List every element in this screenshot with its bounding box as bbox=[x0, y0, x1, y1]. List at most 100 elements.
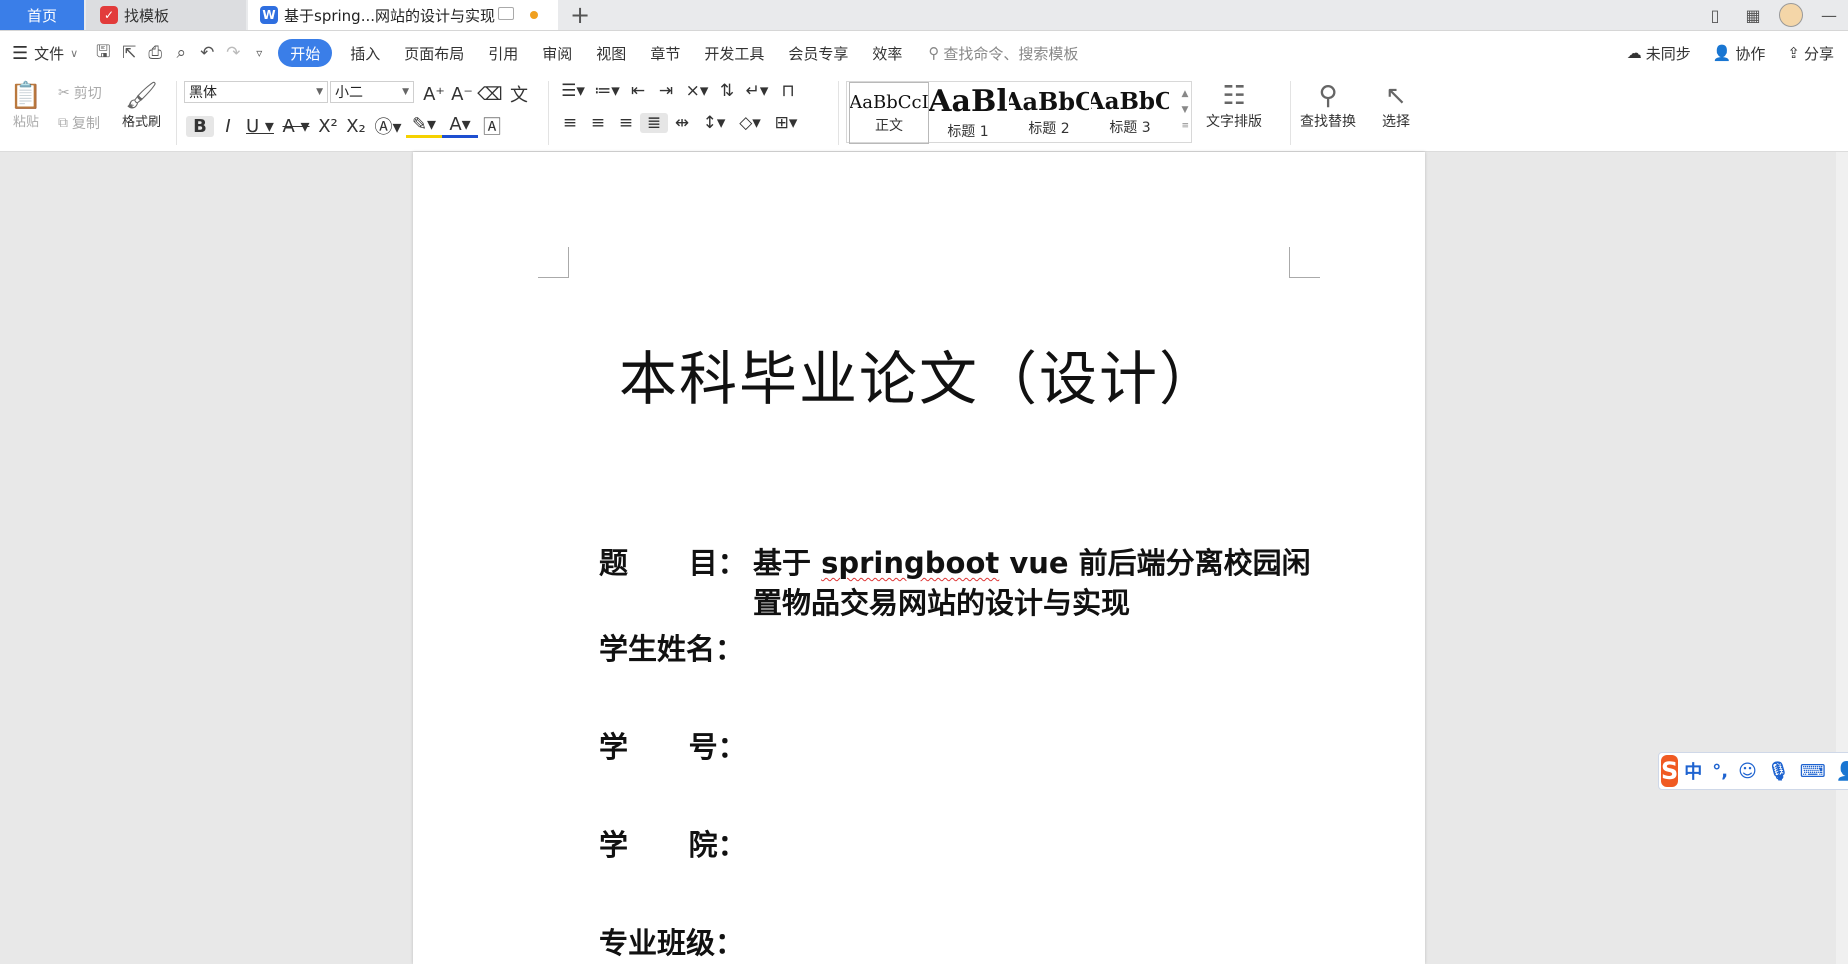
line-spacing-icon[interactable]: ↕▾ bbox=[696, 113, 732, 133]
monitor-icon[interactable] bbox=[498, 7, 514, 20]
increase-indent-icon[interactable]: ⇥ bbox=[652, 81, 680, 101]
decrease-font-icon[interactable]: A⁻ bbox=[448, 84, 476, 105]
select-button[interactable]: ↖ 选择 bbox=[1382, 81, 1410, 131]
text-effect-icon[interactable]: Ⓐ▾ bbox=[370, 113, 406, 139]
distribute-icon[interactable]: ⇹ bbox=[668, 113, 696, 133]
increase-font-icon[interactable]: A⁺ bbox=[420, 84, 448, 105]
clear-format-icon[interactable]: ⌫ bbox=[476, 84, 504, 105]
font-size-select[interactable]: 小二 ▼ bbox=[330, 81, 414, 103]
borders-icon[interactable]: ⊞▾ bbox=[768, 113, 804, 133]
subscript-icon[interactable]: X₂ bbox=[342, 116, 370, 137]
tab-stops-icon[interactable]: ⊓ bbox=[774, 81, 802, 101]
justify-icon[interactable]: ≣ bbox=[640, 113, 668, 133]
ime-mode-toggle[interactable]: 中 bbox=[1684, 758, 1702, 784]
style-normal[interactable]: AaBbCcI 正文 bbox=[849, 82, 929, 144]
sync-status-button[interactable]: ☁ 未同步 bbox=[1627, 43, 1691, 64]
tab-review[interactable]: 审阅 bbox=[530, 39, 584, 67]
align-right-icon[interactable]: ≡ bbox=[612, 113, 640, 133]
user-icon[interactable]: 👤 bbox=[1836, 761, 1848, 782]
field-student-id[interactable]: 学 号： bbox=[413, 724, 1425, 764]
field-label: 学生姓名： bbox=[599, 632, 745, 666]
undo-icon[interactable]: ↶ bbox=[196, 42, 218, 64]
thesis-title[interactable]: 本科毕业论文（设计） bbox=[413, 332, 1425, 416]
document-page[interactable]: 本科毕业论文（设计） 题 目： 基于 springboot vue 前后端分离校… bbox=[413, 152, 1425, 964]
style-heading-2[interactable]: AaBbC 标题 2 bbox=[1009, 82, 1089, 142]
file-menu[interactable]: ☰ 文件 ∨ bbox=[0, 39, 90, 67]
highlight-icon[interactable]: ✎▾ bbox=[406, 114, 442, 138]
tab-member[interactable]: 会员专享 bbox=[776, 39, 860, 67]
chinese-layout-icon[interactable]: ⨯▾ bbox=[680, 81, 714, 101]
char-border-icon[interactable]: 🄰 bbox=[478, 113, 506, 139]
style-gallery-scroll-icon[interactable]: ▲ ▼ ≡ bbox=[1181, 86, 1189, 134]
list-tools: ☰▾ ≔▾ ⇤ ⇥ ⨯▾ ⇅ ↵▾ ⊓ bbox=[556, 81, 802, 101]
strikethrough-icon[interactable]: A ▾ bbox=[278, 116, 314, 137]
customize-toolbar-icon[interactable]: ▿ bbox=[248, 42, 270, 64]
reading-mode-icon[interactable]: ▯ bbox=[1696, 0, 1734, 30]
save-icon[interactable]: 🖫 bbox=[92, 42, 114, 64]
keyboard-icon[interactable]: ⌨ bbox=[1800, 761, 1826, 782]
tab-view[interactable]: 视图 bbox=[584, 39, 638, 67]
superscript-icon[interactable]: X² bbox=[314, 116, 342, 137]
punctuation-toggle[interactable]: °, bbox=[1712, 761, 1728, 782]
collaborate-button[interactable]: 👤 协作 bbox=[1713, 43, 1766, 64]
tab-find-template[interactable]: ✓ 找模板 bbox=[86, 0, 246, 30]
field-topic[interactable]: 题 目： 基于 springboot vue 前后端分离校园闲 置物品交易网站的… bbox=[413, 540, 1425, 620]
command-search[interactable]: ⚲ 查找命令、搜索模板 bbox=[914, 43, 1078, 64]
field-student-name[interactable]: 学生姓名： bbox=[413, 626, 1425, 666]
paste-button[interactable]: 📋 粘贴 bbox=[8, 81, 44, 130]
font-color-icon[interactable]: A▾ bbox=[442, 114, 478, 138]
user-avatar[interactable] bbox=[1772, 0, 1810, 30]
print-icon[interactable]: ⎙ bbox=[144, 42, 166, 64]
bullet-list-icon[interactable]: ☰▾ bbox=[556, 81, 590, 101]
style-sample: AaBl bbox=[929, 83, 1007, 119]
copy-button[interactable]: ⧉ 复制 bbox=[58, 113, 100, 133]
tab-section[interactable]: 章节 bbox=[638, 39, 692, 67]
redo-icon[interactable]: ↷ bbox=[222, 42, 244, 64]
document-area[interactable]: 本科毕业论文（设计） 题 目： 基于 springboot vue 前后端分离校… bbox=[0, 152, 1848, 964]
sogou-logo-icon[interactable]: S bbox=[1661, 755, 1679, 787]
underline-icon[interactable]: U ▾ bbox=[242, 116, 278, 137]
tab-document[interactable]: W 基于spring...网站的设计与实现 bbox=[248, 0, 558, 30]
field-value-text: 基于 bbox=[753, 546, 822, 580]
decrease-indent-icon[interactable]: ⇤ bbox=[624, 81, 652, 101]
emoji-icon[interactable]: ☺ bbox=[1738, 761, 1757, 782]
text-layout-button[interactable]: ☷ 文字排版 bbox=[1206, 81, 1262, 131]
style-heading-1[interactable]: AaBl 标题 1 bbox=[929, 82, 1007, 142]
minimize-icon[interactable]: — bbox=[1810, 0, 1848, 30]
format-painter-button[interactable]: 🖌 格式刷 bbox=[122, 81, 161, 130]
command-search-placeholder: 查找命令、搜索模板 bbox=[943, 44, 1079, 63]
align-center-icon[interactable]: ≡ bbox=[584, 113, 612, 133]
italic-icon[interactable]: I bbox=[214, 116, 242, 137]
tab-start[interactable]: 开始 bbox=[278, 39, 333, 67]
find-replace-button[interactable]: ⚲ 查找替换 bbox=[1300, 81, 1356, 131]
grid-view-icon[interactable]: ▦ bbox=[1734, 0, 1772, 30]
style-heading-3[interactable]: AaBbC 标题 3 bbox=[1091, 82, 1169, 142]
hamburger-icon: ☰ bbox=[12, 42, 29, 64]
microphone-icon[interactable]: 🎙 bbox=[1767, 761, 1790, 782]
tab-page-layout[interactable]: 页面布局 bbox=[392, 39, 476, 67]
bold-icon[interactable]: B bbox=[186, 115, 214, 137]
field-class[interactable]: 专业班级： bbox=[413, 920, 1425, 960]
cut-button[interactable]: ✂ 剪切 bbox=[58, 83, 102, 103]
font-name-select[interactable]: 黑体 ▼ bbox=[184, 81, 328, 103]
phonetic-guide-icon[interactable]: 文 bbox=[504, 81, 534, 107]
tab-references[interactable]: 引用 bbox=[476, 39, 530, 67]
share-button[interactable]: ⇪ 分享 bbox=[1787, 43, 1834, 64]
tab-developer[interactable]: 开发工具 bbox=[692, 39, 776, 67]
tab-insert[interactable]: 插入 bbox=[338, 39, 392, 67]
align-left-icon[interactable]: ≡ bbox=[556, 113, 584, 133]
select-label: 选择 bbox=[1382, 114, 1410, 130]
tab-efficiency[interactable]: 效率 bbox=[860, 39, 914, 67]
numbered-list-icon[interactable]: ≔▾ bbox=[590, 81, 624, 101]
print-preview-icon[interactable]: ⌕ bbox=[170, 42, 192, 64]
new-tab-button[interactable]: + bbox=[566, 0, 594, 30]
show-marks-icon[interactable]: ↵▾ bbox=[740, 81, 774, 101]
field-college[interactable]: 学 院： bbox=[413, 822, 1425, 862]
collaborate-label: 协作 bbox=[1735, 44, 1766, 63]
shading-icon[interactable]: ◇▾ bbox=[732, 113, 768, 133]
sort-icon[interactable]: ⇅ bbox=[714, 81, 740, 101]
cut-label: 剪切 bbox=[73, 86, 102, 102]
tab-home[interactable]: 首页 bbox=[0, 0, 84, 30]
vertical-scrollbar[interactable] bbox=[1836, 152, 1848, 964]
export-icon[interactable]: ⇱ bbox=[118, 42, 140, 64]
